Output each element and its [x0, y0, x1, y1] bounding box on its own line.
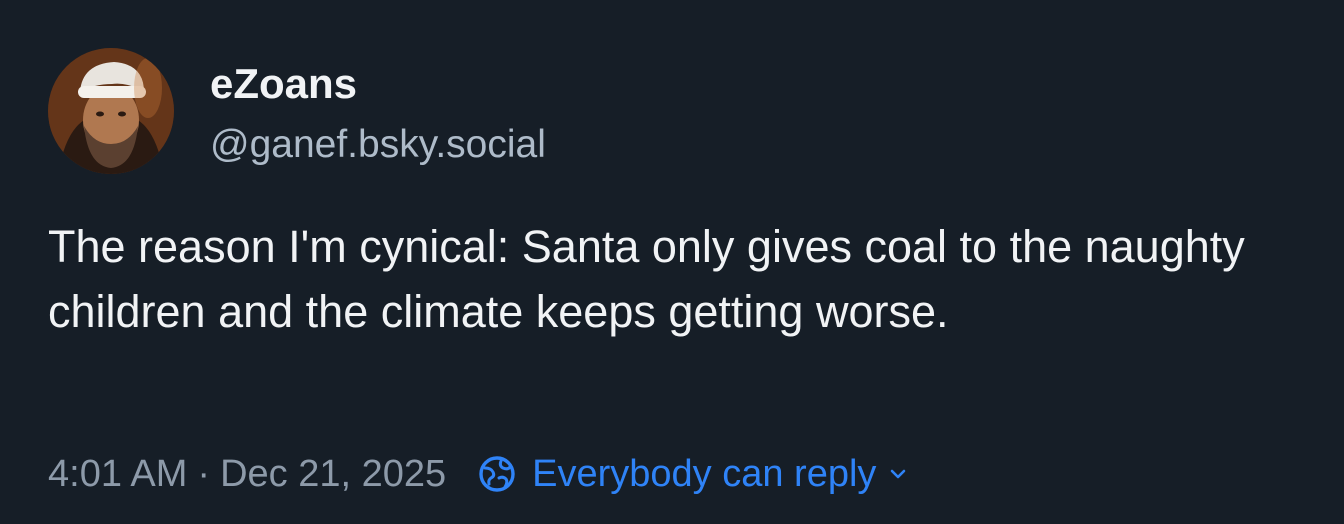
- post-meta: 4:01 AM · Dec 21, 2025 Everybody can rep…: [48, 448, 908, 500]
- post-time[interactable]: 4:01 AM: [48, 453, 187, 496]
- reply-settings-button[interactable]: Everybody can reply: [476, 453, 908, 496]
- post-date[interactable]: Dec 21, 2025: [220, 453, 446, 496]
- avatar-image: [48, 48, 174, 174]
- reply-settings-label: Everybody can reply: [532, 452, 877, 495]
- avatar[interactable]: [48, 48, 174, 174]
- chevron-down-icon: [888, 464, 908, 484]
- author-handle[interactable]: @ganef.bsky.social: [210, 121, 546, 169]
- meta-separator: ·: [197, 452, 211, 495]
- post-text: The reason I'm cynical: Santa only gives…: [48, 221, 1245, 337]
- post-thread-item: eZoans @ganef.bsky.social The reason I'm…: [0, 0, 1344, 524]
- author-display-name[interactable]: eZoans: [210, 58, 357, 110]
- globe-icon: [476, 453, 518, 495]
